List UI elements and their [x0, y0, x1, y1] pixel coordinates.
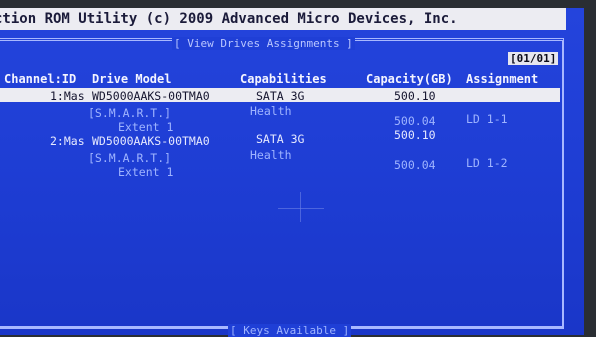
frame-title: [ View Drives Assignments ]	[172, 37, 355, 50]
keys-available-title: [ Keys Available ]	[228, 324, 352, 337]
drive-1-assignment: LD 1-1	[466, 112, 508, 126]
drive-2-smart-status: Health	[250, 148, 292, 162]
bios-screen: ction ROM Utility (c) 2009 Advanced Micr…	[0, 8, 584, 337]
drive-2-channel[interactable]: 2:Mas	[50, 134, 85, 148]
column-header-drive-model: Drive Model	[92, 72, 172, 86]
screen-reflection-mark	[278, 208, 324, 209]
drive-2-model[interactable]: WD5000AAKS-00TMA0	[92, 134, 210, 148]
drive-1-capabilities[interactable]: SATA 3G	[256, 89, 304, 103]
drive-1-channel[interactable]: 1:Mas	[50, 89, 85, 103]
drive-2-extent-label[interactable]: Extent 1	[118, 165, 173, 179]
drive-1-model[interactable]: WD5000AAKS-00TMA0	[92, 89, 210, 103]
column-header-assignment: Assignment	[466, 72, 539, 86]
drive-2-capabilities[interactable]: SATA 3G	[256, 132, 304, 146]
column-header-capacity: Capacity(GB)	[366, 72, 453, 86]
drive-2-assignment: LD 1-2	[466, 156, 508, 170]
column-header-channel: Channel:ID	[4, 72, 77, 86]
drive-1-capacity[interactable]: 500.10	[394, 89, 436, 103]
page-indicator: [01/01]	[508, 52, 559, 65]
drive-1-smart-status: Health	[250, 104, 292, 118]
screen-reflection-mark-vertical	[300, 192, 301, 222]
drive-2-extent-capacity: 500.04	[394, 158, 436, 172]
app-title: ction ROM Utility (c) 2009 Advanced Micr…	[0, 11, 458, 27]
drive-2-smart-label[interactable]: [S.M.A.R.T.]	[88, 151, 171, 165]
drive-2-capacity[interactable]: 500.10	[394, 128, 436, 142]
drive-1-smart-label[interactable]: [S.M.A.R.T.]	[88, 106, 171, 120]
title-bar: ction ROM Utility (c) 2009 Advanced Micr…	[0, 8, 566, 30]
drive-1-extent-capacity: 500.04	[394, 114, 436, 128]
drive-1-extent-label[interactable]: Extent 1	[118, 120, 173, 134]
column-header-capabilities: Capabilities	[240, 72, 327, 86]
